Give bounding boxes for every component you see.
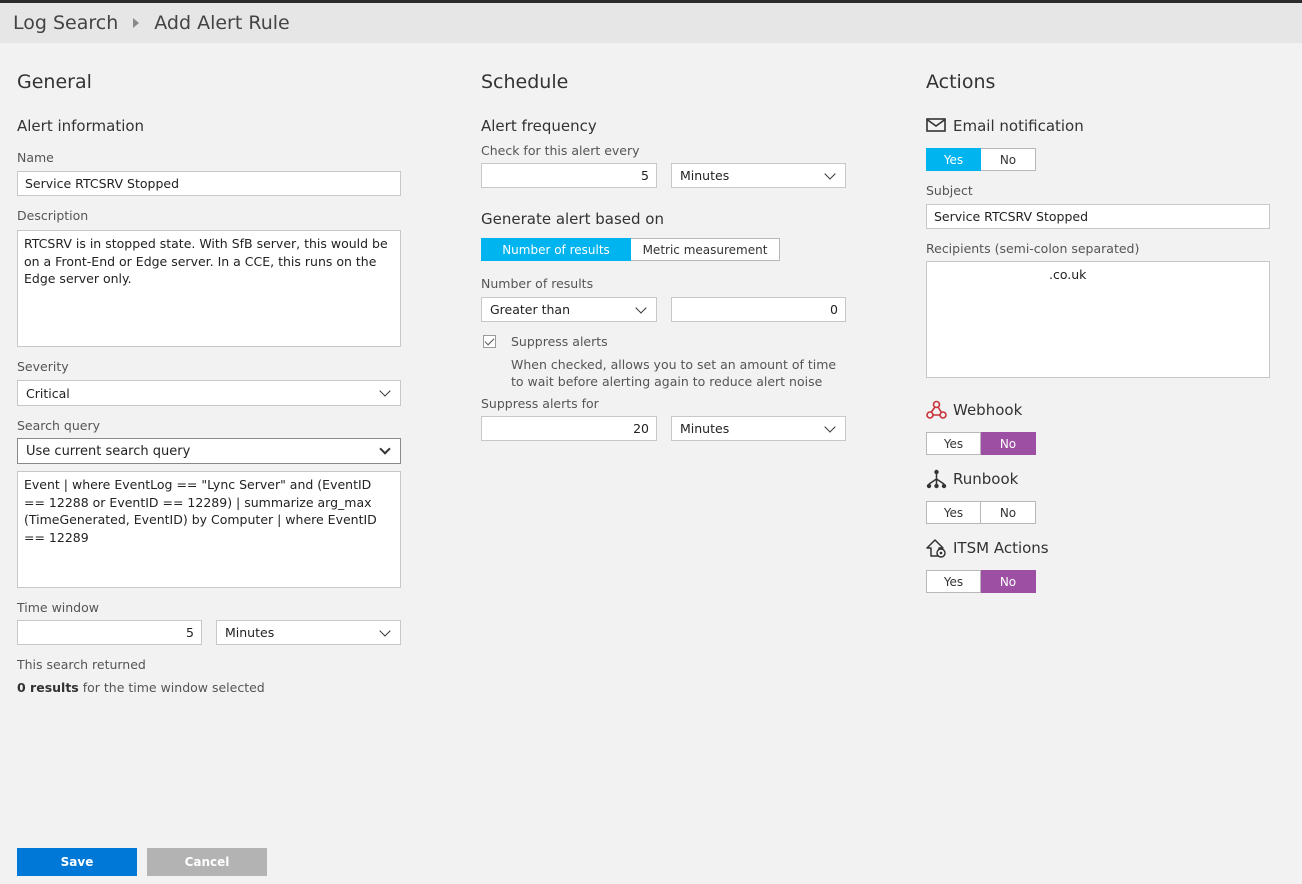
suppress-for-label: Suppress alerts for xyxy=(481,396,599,411)
runbook-yes-option[interactable]: Yes xyxy=(926,501,981,524)
search-query-label: Search query xyxy=(17,418,101,433)
alert-basis-toggle: Number of results Metric measurement xyxy=(481,238,780,261)
alert-frequency-heading: Alert frequency xyxy=(481,117,597,135)
itsm-toggle: Yes No xyxy=(926,570,1036,593)
chevron-down-icon xyxy=(379,385,391,397)
schedule-heading: Schedule xyxy=(481,71,569,93)
chevron-down-icon xyxy=(379,624,391,637)
page-title: Add Alert Rule xyxy=(154,12,290,34)
save-button[interactable]: Save xyxy=(17,848,137,876)
webhook-yes-option[interactable]: Yes xyxy=(926,432,981,455)
basis-number-of-results[interactable]: Number of results xyxy=(481,238,631,261)
suppress-alerts-label: Suppress alerts xyxy=(511,334,608,349)
email-toggle: Yes No xyxy=(926,148,1036,171)
search-query-select[interactable]: Use current search query xyxy=(17,438,401,464)
name-label: Name xyxy=(17,150,54,165)
results-count: 0 results xyxy=(17,680,79,695)
webhook-toggle: Yes No xyxy=(926,432,1036,455)
operator-select[interactable]: Greater than xyxy=(481,297,657,322)
email-notification-heading: Email notification xyxy=(953,117,1084,135)
chevron-down-icon xyxy=(824,167,836,180)
webhook-icon xyxy=(926,400,947,419)
results-summary: 0 results for the time window selected xyxy=(17,680,265,695)
chevron-right-icon xyxy=(133,18,140,28)
breadcrumb-parent[interactable]: Log Search xyxy=(13,12,118,34)
generate-alert-heading: Generate alert based on xyxy=(481,210,664,228)
email-no-option[interactable]: No xyxy=(981,148,1036,171)
description-textarea[interactable]: RTCSRV is in stopped state. With SfB ser… xyxy=(17,230,401,347)
severity-value: Critical xyxy=(26,385,70,401)
chevron-down-icon xyxy=(635,301,647,314)
search-query-mode: Use current search query xyxy=(26,443,191,459)
time-window-input[interactable]: 5 xyxy=(17,620,202,645)
recipients-label: Recipients (semi-colon separated) xyxy=(926,241,1140,256)
operator-value: Greater than xyxy=(490,302,571,317)
severity-select[interactable]: Critical xyxy=(17,380,401,406)
suppress-for-unit: Minutes xyxy=(680,421,730,436)
subject-label: Subject xyxy=(926,183,973,198)
threshold-input[interactable]: 0 xyxy=(671,297,846,322)
webhook-no-option[interactable]: No xyxy=(981,432,1036,455)
runbook-icon xyxy=(926,469,947,489)
cancel-button[interactable]: Cancel xyxy=(147,848,267,876)
time-window-unit: Minutes xyxy=(225,625,275,640)
results-suffix: for the time window selected xyxy=(78,680,265,695)
alert-information-heading: Alert information xyxy=(17,117,145,135)
suppress-alerts-help: When checked, allows you to set an amoun… xyxy=(511,357,837,389)
email-yes-option[interactable]: Yes xyxy=(926,148,981,171)
basis-metric-measurement[interactable]: Metric measurement xyxy=(631,238,780,261)
check-frequency-unit: Minutes xyxy=(680,168,730,183)
suppress-for-unit-select[interactable]: Minutes xyxy=(671,416,846,441)
webhook-heading: Webhook xyxy=(953,401,1023,419)
actions-heading: Actions xyxy=(926,71,996,93)
runbook-no-option[interactable]: No xyxy=(981,501,1036,524)
chevron-down-icon xyxy=(824,420,836,433)
itsm-yes-option[interactable]: Yes xyxy=(926,570,981,593)
time-window-label: Time window xyxy=(17,600,99,615)
runbook-toggle: Yes No xyxy=(926,501,1036,524)
chevron-down-icon xyxy=(379,443,391,455)
itsm-actions-heading: ITSM Actions xyxy=(953,539,1049,557)
subject-input[interactable]: Service RTCSRV Stopped xyxy=(926,204,1270,229)
description-label: Description xyxy=(17,208,89,223)
itsm-no-option[interactable]: No xyxy=(981,570,1036,593)
time-window-unit-select[interactable]: Minutes xyxy=(216,620,401,645)
check-frequency-unit-select[interactable]: Minutes xyxy=(671,163,846,188)
check-every-label: Check for this alert every xyxy=(481,143,640,158)
breadcrumb: Log Search Add Alert Rule xyxy=(0,3,1302,43)
recipients-textarea[interactable]: .co.uk xyxy=(926,261,1270,378)
number-of-results-label: Number of results xyxy=(481,276,594,291)
suppress-for-input[interactable]: 20 xyxy=(481,416,657,441)
general-heading: General xyxy=(17,71,92,93)
name-input[interactable]: Service RTCSRV Stopped xyxy=(17,171,401,196)
query-textarea[interactable]: Event | where EventLog == "Lync Server" … xyxy=(17,471,401,588)
envelope-icon xyxy=(926,118,946,132)
search-returned-label: This search returned xyxy=(17,657,146,672)
itsm-actions-icon xyxy=(926,539,946,558)
severity-label: Severity xyxy=(17,359,69,374)
check-frequency-input[interactable]: 5 xyxy=(481,163,657,188)
runbook-heading: Runbook xyxy=(953,470,1019,488)
suppress-alerts-checkbox[interactable] xyxy=(483,335,496,348)
